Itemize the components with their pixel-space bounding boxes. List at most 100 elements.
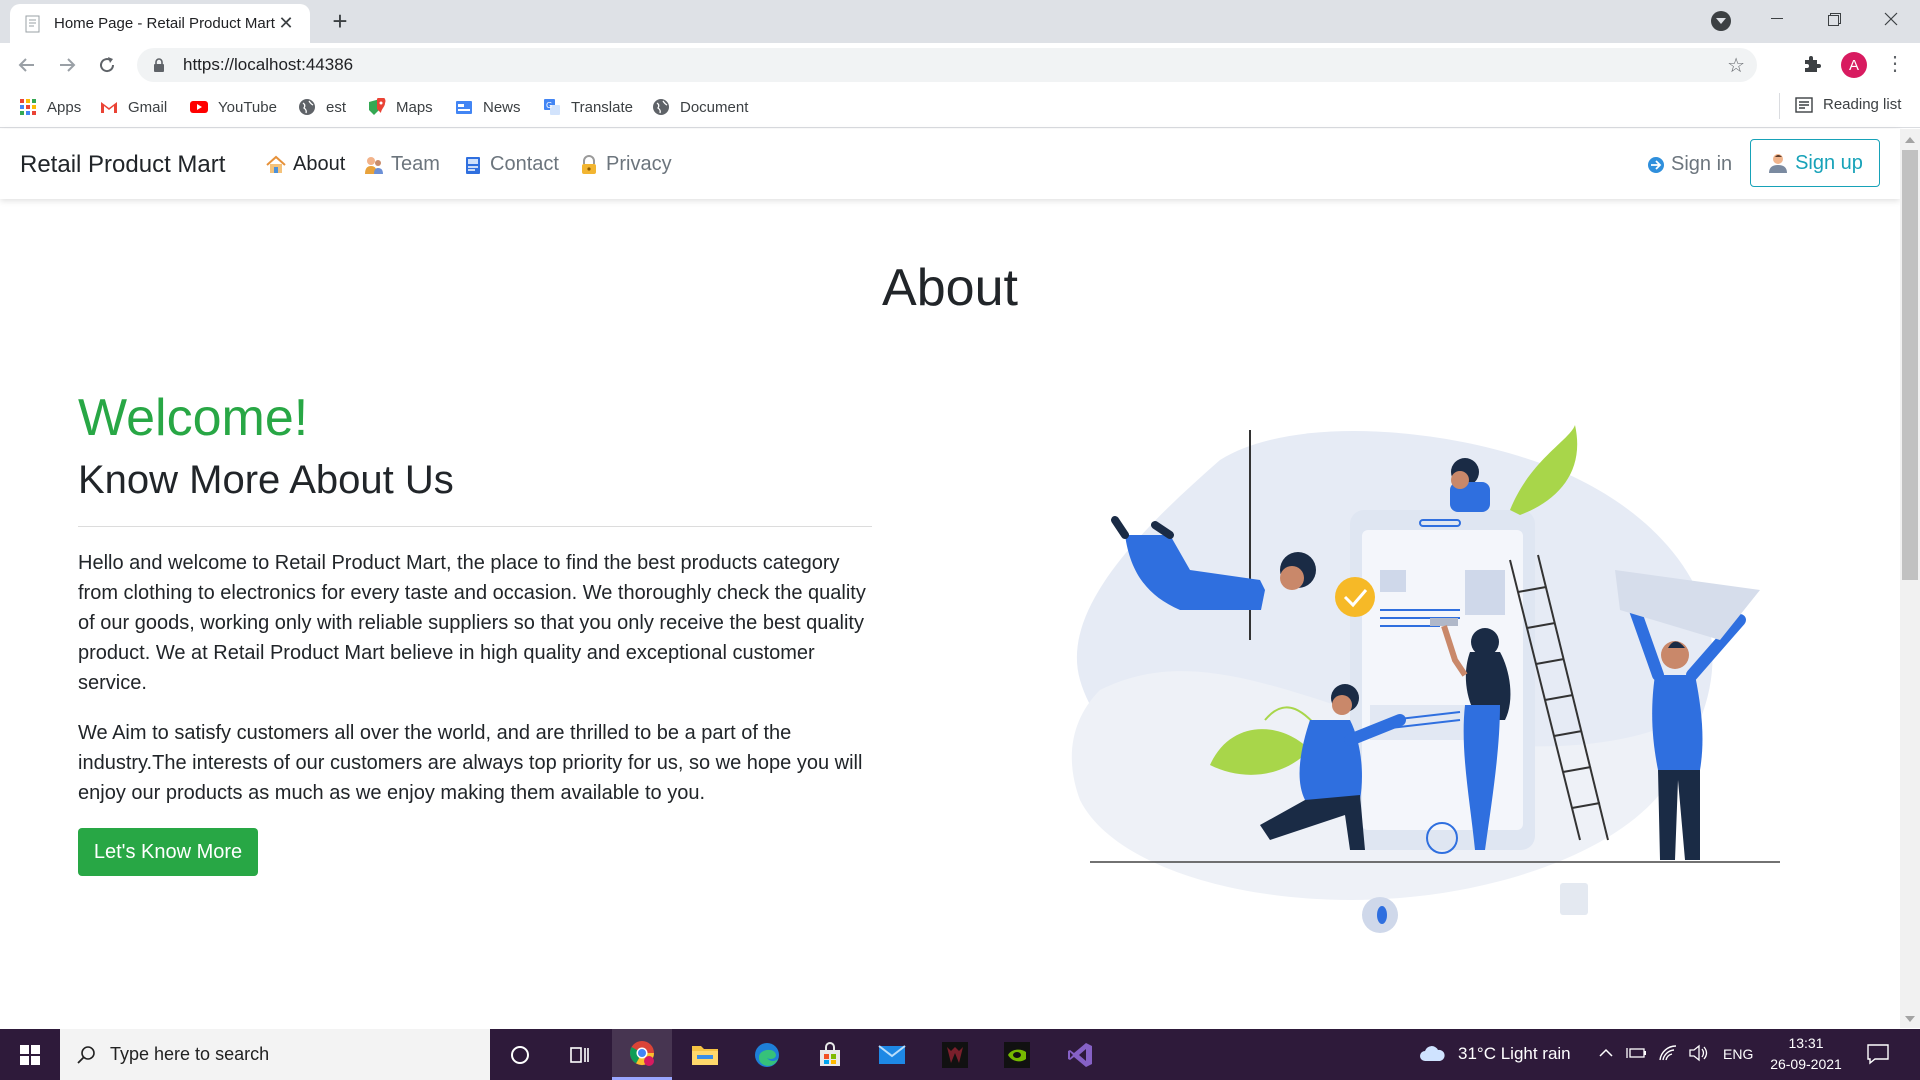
visual-studio-icon <box>1068 1042 1092 1067</box>
taskbar-visual-studio[interactable] <box>1050 1029 1110 1080</box>
taskbar-nvidia[interactable] <box>987 1029 1047 1080</box>
bookmark-translate[interactable]: G Translate <box>543 96 633 118</box>
windows-taskbar: Type here to search 31°C Light rain ENG … <box>0 1029 1920 1080</box>
sign-in-link[interactable]: Sign in <box>1647 153 1732 176</box>
tab-close-icon[interactable]: ✕ <box>276 13 296 34</box>
cortana-button[interactable] <box>490 1029 550 1080</box>
lock-icon <box>582 154 596 174</box>
bookmark-label: Maps <box>396 98 433 116</box>
nav-contact[interactable]: Contact <box>462 153 559 176</box>
nav-about-label: About <box>293 153 346 175</box>
taskbar-edge[interactable] <box>737 1029 797 1080</box>
reading-list-label: Reading list <box>1823 96 1902 113</box>
url-text: https://localhost:44386 <box>183 55 354 74</box>
taskbar-search[interactable]: Type here to search <box>60 1029 490 1080</box>
team-icon <box>365 156 383 174</box>
team-illustration <box>1071 425 1780 933</box>
clock-time: 13:31 <box>1788 1035 1824 1051</box>
sign-in-icon <box>1648 156 1664 173</box>
bookmark-est[interactable]: est <box>298 96 346 118</box>
system-clock[interactable]: 13:31 26-09-2021 <box>1766 1033 1846 1075</box>
gmail-icon <box>101 102 117 113</box>
forward-button[interactable] <box>51 49 83 81</box>
nav-team[interactable]: Team <box>363 153 440 176</box>
minimize-button[interactable] <box>1749 0 1805 38</box>
scroll-up-arrow-icon[interactable] <box>1905 137 1915 143</box>
youtube-icon <box>190 101 208 113</box>
taskbar-mail[interactable] <box>862 1029 922 1080</box>
home-icon <box>266 155 286 173</box>
taskbar-search-placeholder: Type here to search <box>110 1044 270 1064</box>
bookmark-maps[interactable]: Maps <box>368 96 433 118</box>
bookmark-document[interactable]: Document <box>652 96 748 118</box>
extensions-puzzle-icon[interactable] <box>1801 52 1823 74</box>
nav-privacy-label: Privacy <box>606 153 672 175</box>
battery-icon[interactable] <box>1626 1045 1648 1061</box>
nav-contact-label: Contact <box>490 153 559 175</box>
welcome-heading: Welcome! <box>78 389 309 447</box>
taskbar-store[interactable] <box>800 1029 860 1080</box>
site-navbar: Retail Product Mart About Team Contact P… <box>0 129 1900 199</box>
taskbar-file-explorer[interactable] <box>675 1029 735 1080</box>
translate-icon: G <box>544 99 560 115</box>
reading-list-icon <box>1795 96 1813 113</box>
taskbar-predator[interactable] <box>925 1029 985 1080</box>
sign-in-label: Sign in <box>1671 153 1733 175</box>
volume-icon[interactable] <box>1688 1044 1710 1062</box>
task-view-button[interactable] <box>550 1029 610 1080</box>
know-more-button[interactable]: Let's Know More <box>78 828 258 876</box>
restore-button[interactable] <box>1806 0 1862 38</box>
reading-list-button[interactable]: Reading list <box>1795 96 1901 113</box>
windows-logo-icon <box>20 1044 40 1065</box>
weather-cloud-icon <box>1420 1046 1445 1061</box>
about-paragraph-2: We Aim to satisfy customers all over the… <box>78 722 863 804</box>
browser-menu-icon[interactable]: ⋮ <box>1885 49 1905 79</box>
search-icon <box>77 1045 95 1064</box>
start-button[interactable] <box>0 1029 60 1080</box>
bookmark-youtube[interactable]: YouTube <box>190 96 277 118</box>
close-window-button[interactable] <box>1863 0 1919 38</box>
back-button[interactable] <box>11 49 43 81</box>
nvidia-icon <box>1004 1041 1030 1068</box>
apps-grid-icon <box>20 99 36 115</box>
forward-arrow-icon <box>60 58 76 72</box>
restore-icon <box>1827 12 1841 26</box>
scroll-down-arrow-icon[interactable] <box>1905 1016 1915 1022</box>
sign-up-button[interactable]: Sign up <box>1750 139 1880 187</box>
reload-icon <box>100 57 115 73</box>
bookmark-label: News <box>483 98 521 116</box>
profile-avatar[interactable]: A <box>1841 52 1867 78</box>
contact-icon <box>466 156 480 174</box>
nav-team-label: Team <box>391 153 440 175</box>
browser-toolbar: https://localhost:44386 ☆ <box>0 43 1920 86</box>
wifi-icon[interactable] <box>1658 1044 1678 1062</box>
bookmark-news[interactable]: News <box>455 96 521 118</box>
bookmark-star-icon[interactable]: ☆ <box>1727 53 1745 78</box>
scrollbar-thumb[interactable] <box>1902 150 1918 580</box>
taskbar-chrome[interactable] <box>612 1029 672 1080</box>
edge-icon <box>755 1042 779 1067</box>
nav-about[interactable]: About <box>265 153 345 176</box>
cortana-icon <box>511 1045 529 1064</box>
browser-tab[interactable]: Home Page - Retail Product Mart ✕ <box>10 4 310 43</box>
reload-button[interactable] <box>91 49 123 81</box>
task-view-icon <box>570 1046 589 1063</box>
nav-privacy[interactable]: Privacy <box>578 153 672 176</box>
bookmark-apps[interactable]: Apps <box>19 96 81 118</box>
site-brand[interactable]: Retail Product Mart <box>20 151 225 179</box>
address-bar[interactable]: https://localhost:44386 ☆ <box>137 48 1757 82</box>
store-icon <box>820 1041 840 1066</box>
divider <box>78 526 872 527</box>
bookmark-gmail[interactable]: Gmail <box>100 96 167 118</box>
weather-text[interactable]: 31°C Light rain <box>1458 1044 1571 1064</box>
chevron-up-icon[interactable] <box>1598 1047 1614 1059</box>
globe-icon <box>299 99 315 115</box>
notification-center-icon[interactable] <box>1866 1042 1890 1066</box>
globe-icon <box>653 99 669 115</box>
minimize-icon <box>1771 18 1783 19</box>
new-tab-button[interactable]: + <box>325 6 355 36</box>
browser-titlebar: Home Page - Retail Product Mart ✕ + <box>0 0 1920 43</box>
bookmark-label: Apps <box>47 98 82 116</box>
language-indicator[interactable]: ENG <box>1723 1046 1753 1062</box>
tab-search-icon[interactable] <box>1711 11 1731 31</box>
